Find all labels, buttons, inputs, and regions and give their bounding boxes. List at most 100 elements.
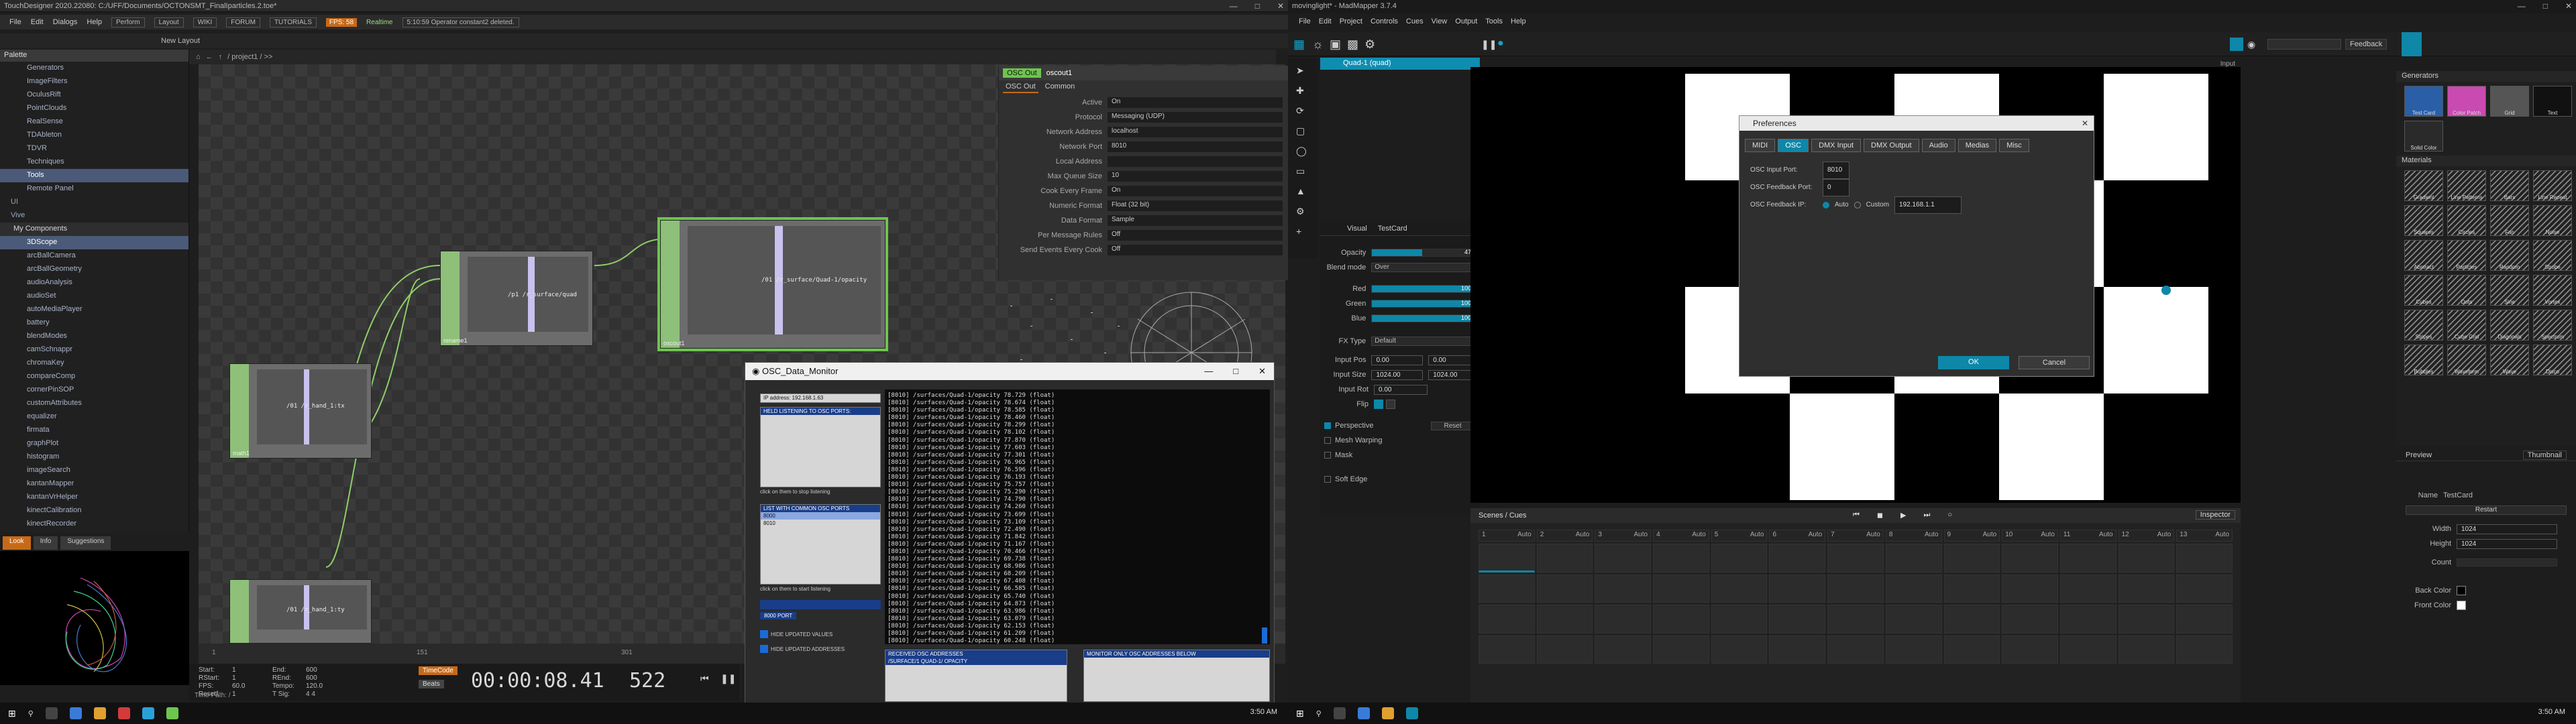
library-thumb[interactable]: Noise: [2533, 205, 2572, 236]
scene-slot[interactable]: [1595, 635, 1652, 664]
search-icon[interactable]: ⚲: [28, 709, 34, 718]
scene-slot[interactable]: [2059, 635, 2116, 664]
move-tool-icon[interactable]: ✚: [1296, 80, 1309, 101]
palette-item[interactable]: equalizer: [0, 410, 189, 424]
palette-item[interactable]: RealSense: [0, 115, 189, 129]
gear-tool-icon[interactable]: ⚙: [1296, 201, 1309, 221]
node-name[interactable]: math1: [233, 450, 250, 457]
color-slider[interactable]: 100%: [1371, 314, 1480, 322]
projector-icon[interactable]: ▣: [1330, 38, 1341, 52]
scene-slot[interactable]: [1943, 635, 2000, 664]
flip-v-icon[interactable]: [1386, 400, 1395, 409]
record-icon[interactable]: ○: [1947, 511, 1952, 520]
task-view-icon[interactable]: [45, 707, 58, 719]
scene-slot[interactable]: [1479, 574, 1535, 603]
scene-column-header[interactable]: 6 Auto: [1769, 530, 1826, 542]
pause-icon[interactable]: ❚❚: [720, 673, 736, 684]
view-mode-icon[interactable]: [2230, 38, 2243, 51]
tab-visual[interactable]: Visual: [1347, 225, 1367, 233]
perform-button[interactable]: Perform: [111, 17, 145, 27]
library-toggle-icon[interactable]: [2402, 32, 2422, 56]
cancel-button[interactable]: Cancel: [2019, 356, 2090, 369]
mask-checkbox[interactable]: [1324, 452, 1331, 459]
common-port-item[interactable]: 8000: [761, 512, 880, 520]
mm-menu-item[interactable]: Cues: [1406, 17, 1424, 29]
library-thumb[interactable]: Line Repeat: [2533, 170, 2572, 201]
height-field[interactable]: 1024: [2457, 538, 2557, 549]
palette-item[interactable]: UI: [0, 196, 189, 209]
scene-slot[interactable]: [1827, 574, 1884, 603]
library-thumb[interactable]: Diagonals: [2490, 310, 2529, 341]
madmapper-icon[interactable]: [1405, 707, 1418, 719]
prev-icon[interactable]: ⏮: [1853, 511, 1860, 520]
touchdesigner-icon[interactable]: [166, 707, 178, 719]
library-thumb[interactable]: Cubes: [2404, 275, 2443, 306]
palette-item[interactable]: arcBallCamera: [0, 249, 189, 263]
node-name[interactable]: rename1: [443, 337, 468, 344]
scene-slot[interactable]: [1479, 635, 1535, 664]
tab-common[interactable]: Common: [1042, 82, 1078, 93]
scene-slot[interactable]: [2118, 574, 2175, 603]
log-scrollbar[interactable]: [1262, 627, 1267, 644]
scene-slot[interactable]: [1885, 574, 1942, 603]
output-dropdown[interactable]: [2267, 39, 2341, 50]
scene-slot[interactable]: [1885, 605, 1942, 634]
palette-item[interactable]: Techniques: [0, 156, 189, 169]
frame-display[interactable]: 522: [629, 669, 665, 692]
received-address-item[interactable]: /SURFACE/1 QUAD-1/ OPACITY: [885, 658, 1067, 665]
scene-slot[interactable]: [1595, 544, 1652, 572]
scene-slot[interactable]: [2002, 605, 2058, 634]
scene-slot[interactable]: [1827, 605, 1884, 634]
minimize-icon[interactable]: —: [1204, 366, 1213, 377]
prefs-tab[interactable]: DMX Input: [1811, 139, 1862, 152]
blend-dropdown[interactable]: Over: [1371, 263, 1480, 272]
mm-menu-item[interactable]: Output: [1455, 17, 1477, 29]
explorer-icon[interactable]: [69, 707, 82, 719]
palette-item[interactable]: camSchnappr: [0, 343, 189, 357]
scene-slot[interactable]: [2118, 635, 2175, 664]
auto-radio[interactable]: [1823, 202, 1829, 208]
palette-item[interactable]: 3DScope: [0, 236, 189, 249]
tab-testcard[interactable]: TestCard: [1378, 225, 1407, 233]
palette-item[interactable]: imageSearch: [0, 464, 189, 477]
timecode-toggle[interactable]: TimeCode: [419, 666, 458, 675]
osc-input-port-field[interactable]: 8010: [1823, 162, 1849, 179]
checkbox-icon[interactable]: [760, 645, 768, 653]
prefs-tab[interactable]: OSC: [1778, 139, 1809, 152]
scene-column-header[interactable]: 13 Auto: [2176, 530, 2233, 542]
port-input[interactable]: [760, 600, 881, 609]
menu-dialogs[interactable]: Dialogs: [53, 18, 78, 26]
forum-button[interactable]: FORUM: [226, 17, 260, 27]
perspective-checkbox[interactable]: [1324, 422, 1331, 429]
minimize-icon[interactable]: —: [2518, 1, 2526, 11]
scene-slot[interactable]: [2118, 605, 2175, 634]
scene-slot[interactable]: [2002, 544, 2058, 572]
up-icon[interactable]: ↑: [219, 53, 223, 61]
scene-slot[interactable]: [2059, 605, 2116, 634]
color-slider[interactable]: 100%: [1371, 300, 1480, 308]
prefs-tab[interactable]: Medias: [1957, 139, 1997, 152]
mm-menu-item[interactable]: View: [1432, 17, 1448, 29]
thumbnail-dropdown[interactable]: Thumbnail: [2522, 450, 2567, 460]
param-value[interactable]: 10: [1108, 171, 1283, 182]
library-thumb[interactable]: Strobe: [2533, 240, 2572, 271]
palette-item[interactable]: Vive: [0, 209, 189, 223]
width-field[interactable]: 1024: [2457, 524, 2557, 534]
scene-slot[interactable]: [1885, 544, 1942, 572]
palette-item[interactable]: Tools: [0, 169, 189, 182]
node-math1[interactable]: /01 /r_hand_1:tx math1: [229, 363, 372, 459]
scene-slot[interactable]: [1885, 635, 1942, 664]
scene-slot[interactable]: [1536, 544, 1593, 572]
settings-icon[interactable]: ⚙: [1364, 38, 1375, 52]
scene-slot[interactable]: [1653, 544, 1709, 572]
custom-radio[interactable]: [1854, 202, 1861, 208]
home-icon[interactable]: ⌂: [196, 53, 201, 61]
prefs-tab[interactable]: Audio: [1921, 139, 1955, 152]
node-oscout1[interactable]: /01 /r_surface/Quad-1/opacity oscout1: [657, 217, 888, 351]
surface-grid-icon[interactable]: ▦: [1293, 38, 1305, 52]
pause-icon[interactable]: ❚❚: [1481, 39, 1497, 50]
folder-icon[interactable]: [93, 707, 106, 719]
scene-slot[interactable]: [1479, 544, 1535, 572]
mm-menu-item[interactable]: Controls: [1371, 17, 1398, 29]
monitor-addresses-box[interactable]: MONITOR ONLY OSC ADDRESSES BELOW: [1083, 650, 1270, 702]
